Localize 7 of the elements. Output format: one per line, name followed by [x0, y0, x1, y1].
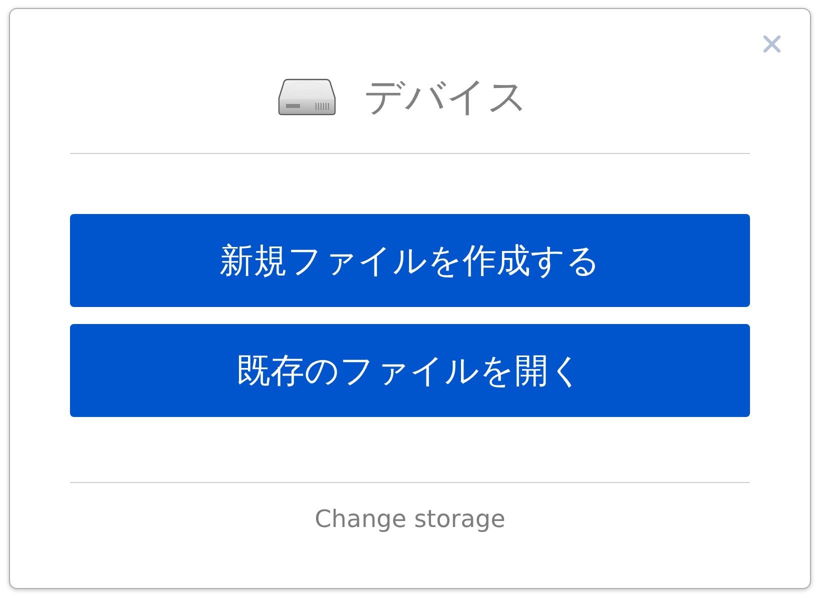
- action-button[interactable]: 新規ファイルを作成する: [70, 214, 750, 307]
- change-storage-link[interactable]: Change storage: [314, 504, 506, 534]
- dialog-title: デバイス: [364, 73, 528, 122]
- action-button[interactable]: 既存のファイルを開く: [70, 324, 750, 417]
- close-icon: [763, 35, 781, 53]
- hard-drive-icon: [278, 78, 336, 116]
- close-button[interactable]: [763, 35, 781, 53]
